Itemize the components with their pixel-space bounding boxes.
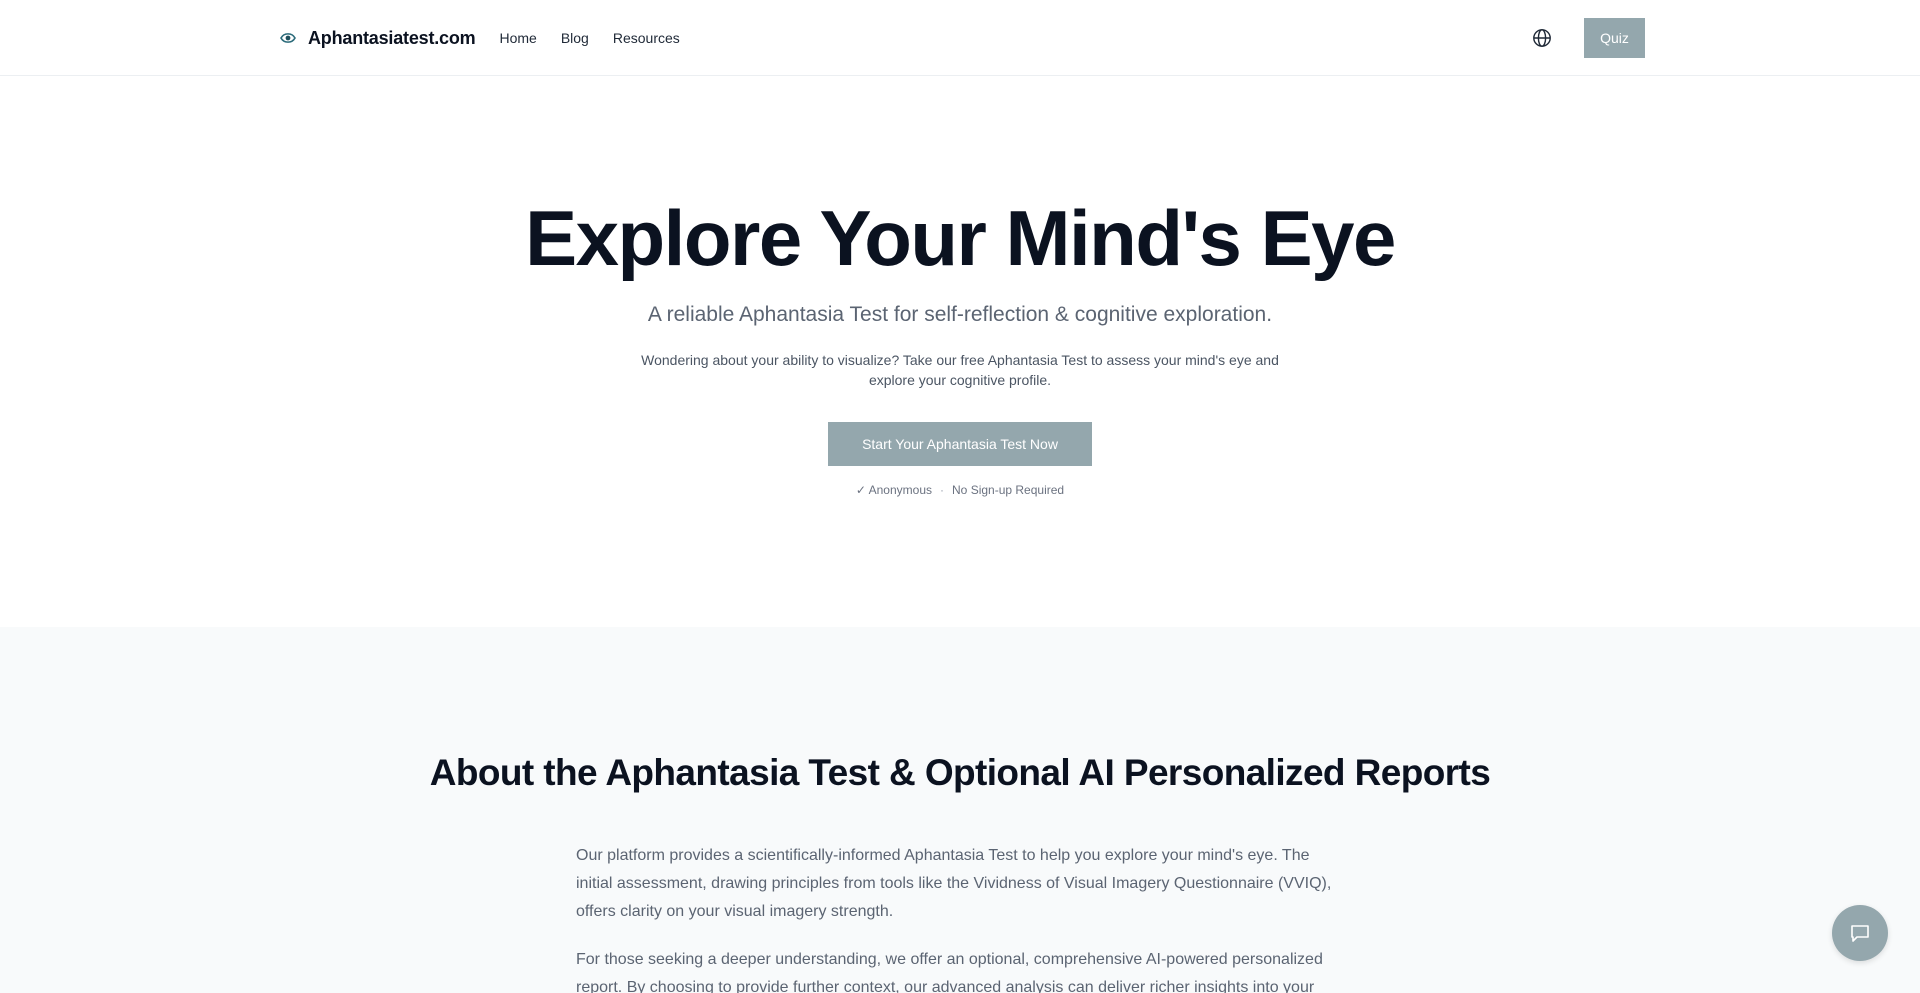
eye-logo-icon xyxy=(280,30,296,46)
hero-subtitle: A reliable Aphantasia Test for self-refl… xyxy=(647,303,1273,326)
about-section: About the Aphantasia Test & Optional AI … xyxy=(0,627,1920,993)
note-separator: · xyxy=(940,483,945,497)
chat-button[interactable] xyxy=(1832,905,1888,961)
anonymous-note: ✓ Anonymous xyxy=(855,483,933,497)
brand-name: Aphantasiatest.com xyxy=(308,27,476,48)
start-test-button[interactable]: Start Your Aphantasia Test Now xyxy=(828,422,1092,466)
hero-description: Wondering about your ability to visualiz… xyxy=(641,352,1279,388)
chat-bubble-icon xyxy=(1848,921,1872,945)
nav-link-resources[interactable]: Resources xyxy=(613,30,680,46)
brand-logo-link[interactable]: Aphantasiatest.com xyxy=(280,27,476,49)
no-signup-note: No Sign-up Required xyxy=(952,483,1065,497)
about-paragraph: Our platform provides a scientifically-i… xyxy=(576,847,1332,920)
quiz-button[interactable]: Quiz xyxy=(1584,18,1645,58)
about-paragraph: For those seeking a deeper understanding… xyxy=(576,951,1323,993)
header-actions: Quiz xyxy=(1530,18,1645,58)
header-container: Aphantasiatest.com Home Blog Resources Q… xyxy=(280,0,1645,76)
nav-link-blog[interactable]: Blog xyxy=(561,30,589,46)
globe-icon[interactable] xyxy=(1530,26,1554,50)
about-title: About the Aphantasia Test & Optional AI … xyxy=(429,752,1491,793)
nav-link-home[interactable]: Home xyxy=(499,30,536,46)
main-nav: Home Blog Resources xyxy=(499,30,703,46)
site-header: Aphantasiatest.com Home Blog Resources Q… xyxy=(0,0,1920,76)
hero-title: Explore Your Mind's Eye xyxy=(525,194,1396,282)
cta-note: ✓ Anonymous · No Sign-up Required xyxy=(0,483,1920,497)
hero-section: Explore Your Mind's Eye A reliable Aphan… xyxy=(0,77,1920,627)
about-body: Our platform provides a scientifically-i… xyxy=(576,842,1344,993)
